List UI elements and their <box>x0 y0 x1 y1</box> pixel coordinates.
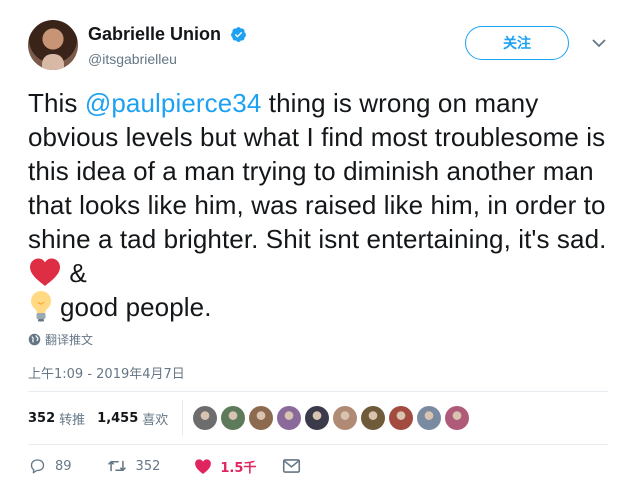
liker-avatar[interactable] <box>445 406 470 430</box>
tweet-timestamp[interactable]: 上午1:09 - 2019年4月7日 <box>28 363 185 382</box>
reply-icon <box>30 459 45 474</box>
liker-avatar[interactable] <box>193 406 218 430</box>
reply-count: 89 <box>55 458 72 474</box>
liker-avatar[interactable] <box>417 406 442 430</box>
divider <box>28 444 608 445</box>
like-count: 1.5千 <box>220 460 257 476</box>
likes-label[interactable]: 喜欢 <box>142 409 168 428</box>
liker-avatar[interactable] <box>305 406 330 430</box>
retweets-count[interactable]: 352 <box>28 411 55 426</box>
liker-avatar[interactable] <box>249 406 274 430</box>
liker-avatar[interactable] <box>277 406 302 430</box>
like-button[interactable]: 1.5千 <box>194 457 256 476</box>
translate-tweet-link[interactable]: 翻译推文 <box>28 331 93 348</box>
tweet-text-part: & <box>62 258 87 288</box>
retweet-button[interactable]: 352 <box>106 457 161 475</box>
red-heart-icon <box>30 258 60 286</box>
avatar[interactable] <box>28 20 78 70</box>
liker-avatar[interactable] <box>333 406 358 430</box>
user-info: Gabrielle Union @itsgabrielleu <box>88 24 247 67</box>
liker-avatar[interactable] <box>389 406 414 430</box>
tweet-text-part: This <box>28 88 85 118</box>
liker-avatar[interactable] <box>221 406 246 430</box>
divider <box>28 391 608 392</box>
follow-button[interactable]: 关注 <box>465 26 569 60</box>
tweet-text-part: good people. <box>60 292 212 322</box>
likes-count[interactable]: 1,455 <box>97 411 138 426</box>
tweet-stats: 352 转推 1,455 喜欢 <box>28 400 473 436</box>
stats-separator <box>182 400 184 436</box>
tweet-text: This @paulpierce34 thing is wrong on man… <box>28 86 618 324</box>
retweet-count: 352 <box>135 458 161 474</box>
envelope-icon <box>283 459 301 473</box>
translate-label[interactable]: 翻译推文 <box>45 331 93 348</box>
display-name[interactable]: Gabrielle Union <box>88 24 221 45</box>
heart-icon <box>195 458 212 474</box>
tweet-actions: 89 352 1.5千 <box>28 454 335 478</box>
globe-icon <box>28 333 41 346</box>
chevron-down-icon[interactable] <box>590 36 608 50</box>
user-handle[interactable]: @itsgabrielleu <box>88 51 247 67</box>
reply-button[interactable]: 89 <box>28 457 72 475</box>
verified-badge-icon <box>231 27 247 42</box>
direct-message-button[interactable] <box>282 458 309 474</box>
tweet-header: Gabrielle Union @itsgabrielleu 关注 <box>28 20 618 76</box>
light-bulb-icon <box>31 291 51 322</box>
retweet-icon <box>107 460 126 472</box>
liker-avatars <box>193 406 473 430</box>
mention-link[interactable]: @paulpierce34 <box>85 88 262 118</box>
liker-avatar[interactable] <box>361 406 386 430</box>
retweets-label[interactable]: 转推 <box>59 409 85 428</box>
